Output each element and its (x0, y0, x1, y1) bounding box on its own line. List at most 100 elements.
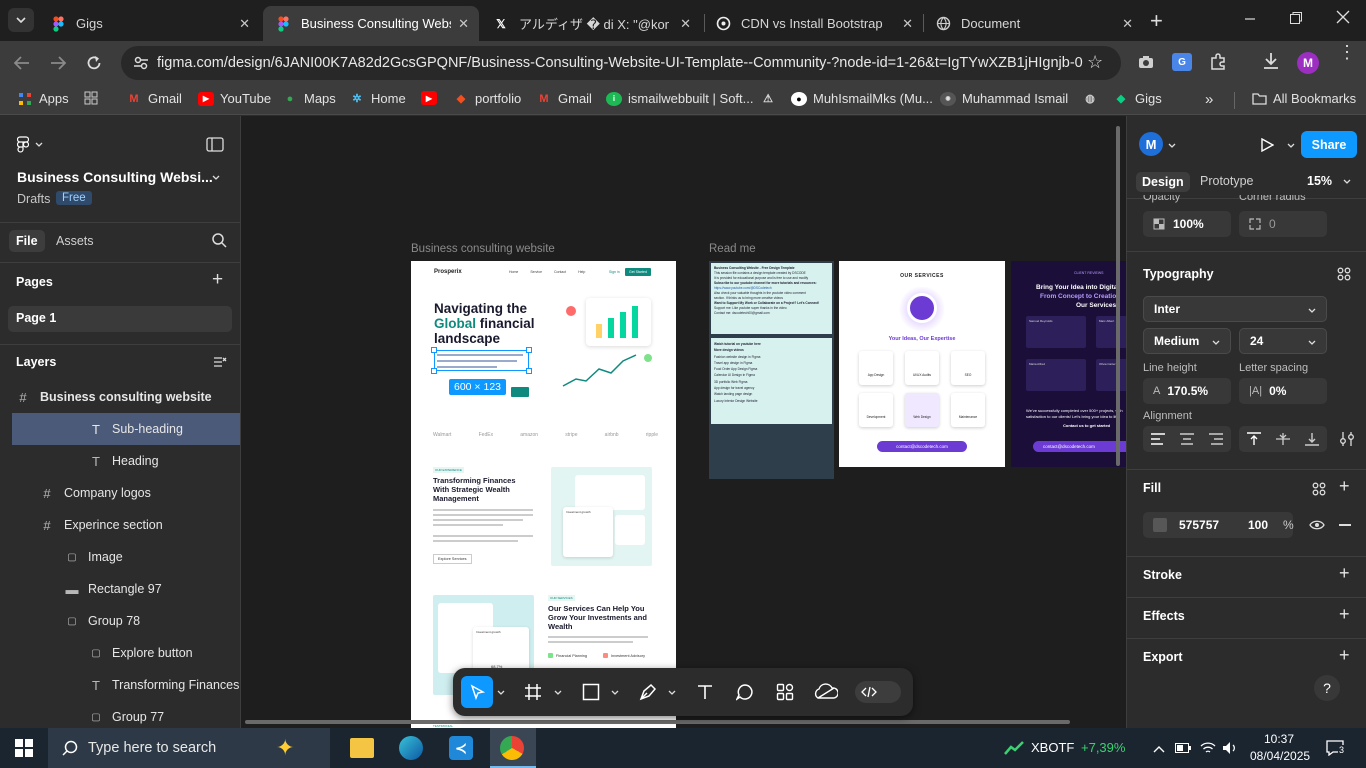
pen-tool-icon[interactable] (639, 683, 657, 701)
wifi-icon[interactable] (1200, 741, 1216, 755)
bookmark-home[interactable]: ✲ Home (349, 91, 405, 106)
clock-time[interactable]: 10:37 (1264, 732, 1294, 746)
align-center-icon[interactable] (1180, 433, 1194, 445)
menu-kebab-icon[interactable]: ⋮ (1338, 43, 1356, 61)
all-bookmarks[interactable]: All Bookmarks (1251, 91, 1356, 106)
profile-avatar[interactable]: M (1297, 52, 1319, 74)
chevron-down-icon[interactable] (1287, 143, 1295, 148)
restore-button[interactable] (1289, 11, 1303, 30)
chevron-down-icon[interactable] (668, 690, 676, 695)
shape-tool-icon[interactable] (582, 683, 600, 701)
camera-icon[interactable] (1138, 55, 1154, 74)
chevron-down-icon[interactable] (497, 690, 505, 695)
frame-label[interactable]: Business consulting website (411, 243, 555, 255)
layer-row[interactable]: ▢ Image (0, 541, 240, 573)
browser-tab[interactable]: Document ✕ (923, 6, 1143, 41)
vscode-icon[interactable]: ≺ (449, 736, 473, 760)
close-tab-icon[interactable]: ✕ (902, 16, 913, 32)
text-styles-icon[interactable] (1337, 267, 1351, 281)
type-settings-icon[interactable] (1340, 432, 1354, 446)
tab-search-button[interactable] (8, 8, 34, 32)
figma-menu-button[interactable] (17, 136, 43, 153)
bookmark-muhammad[interactable]: ◉ Muhammad Ismail (940, 91, 1068, 106)
comment-tool-icon[interactable] (736, 683, 754, 701)
readme-frame[interactable]: Business Consulting Website - Free Desig… (709, 261, 834, 479)
new-tab-button[interactable]: + (1150, 8, 1163, 34)
browser-tab[interactable]: CDN vs Install Bootstrap ✕ (703, 6, 923, 41)
bookmark-maps[interactable]: ● Maps (282, 91, 336, 106)
figma-canvas[interactable]: Business consulting website Read me Pros… (241, 116, 1126, 728)
close-tab-icon[interactable]: ✕ (239, 16, 250, 32)
frame-tool-icon[interactable] (524, 683, 542, 701)
fill-color-swatch[interactable] (1153, 518, 1167, 532)
present-play-icon[interactable] (1260, 138, 1274, 152)
bookmark-globe[interactable]: ◍ (1082, 91, 1104, 105)
layer-row-selected[interactable]: T Sub-heading (12, 413, 240, 445)
services-frame[interactable]: OUR SERVICES Your Ideas, Our Expertise A… (839, 261, 1005, 467)
add-effect-icon[interactable]: + (1339, 604, 1350, 625)
bookmark-grid[interactable] (83, 91, 105, 105)
help-button[interactable]: ? (1314, 675, 1340, 701)
dev-mode-toggle[interactable] (855, 681, 901, 703)
bookmark-star-icon[interactable]: ☆ (1087, 52, 1103, 73)
layer-row[interactable]: T Heading (0, 445, 240, 477)
chevron-down-icon[interactable] (1343, 179, 1351, 184)
align-right-icon[interactable] (1209, 433, 1223, 445)
horizontal-scrollbar[interactable] (245, 720, 1070, 724)
align-top-icon[interactable] (1247, 432, 1261, 446)
close-tab-icon[interactable]: ✕ (680, 16, 691, 32)
website-frame[interactable]: Prosperix Home Service Contact Help Sign… (411, 261, 676, 728)
layer-row[interactable]: # Experince section (0, 509, 240, 541)
reload-button[interactable] (82, 51, 106, 75)
remove-fill-icon[interactable] (1339, 524, 1351, 526)
bookmark-ismailwebbuilt[interactable]: i ismailwebbuilt | Soft... (606, 91, 753, 106)
ticker-change[interactable]: +7,39% (1081, 740, 1125, 755)
chevron-down-icon[interactable] (554, 690, 562, 695)
layer-row[interactable]: # Company logos (0, 477, 240, 509)
selection-box[interactable] (434, 350, 529, 371)
actions-icon[interactable] (776, 683, 794, 701)
browser-tab[interactable]: 𝕏 アルディザ � di X: "@kom ✕ (481, 6, 701, 41)
zoom-level[interactable]: 15% (1307, 174, 1332, 188)
frame-label[interactable]: Read me (709, 243, 756, 255)
font-weight-select[interactable]: Medium (1143, 328, 1231, 354)
bookmark-gigs[interactable]: ◆ Gigs (1113, 91, 1162, 106)
add-stroke-icon[interactable]: + (1339, 563, 1350, 584)
tab-file[interactable]: File (9, 230, 45, 252)
align-left-icon[interactable] (1151, 433, 1165, 445)
visibility-eye-icon[interactable] (1309, 520, 1325, 530)
opacity-field[interactable]: 100% (1143, 211, 1231, 237)
layer-row[interactable]: T Transforming Finances W (0, 669, 240, 701)
text-tool-icon[interactable] (696, 683, 714, 701)
taskbar-search-box[interactable]: Type here to search ✦ (48, 728, 330, 768)
download-icon[interactable] (1262, 52, 1280, 75)
font-size-select[interactable]: 24 (1239, 328, 1327, 354)
close-tab-icon[interactable]: ✕ (1122, 16, 1133, 32)
bookmark-apps[interactable]: Apps (17, 91, 69, 106)
line-height-field[interactable]: A 170.5% (1143, 378, 1231, 404)
search-icon[interactable] (212, 233, 227, 248)
forward-button[interactable] (46, 51, 70, 75)
align-middle-icon[interactable] (1276, 432, 1290, 446)
bookmark-gmail-2[interactable]: M Gmail (536, 91, 592, 106)
chevron-down-icon[interactable] (212, 175, 220, 180)
fill-styles-icon[interactable] (1312, 482, 1326, 496)
edge-icon[interactable] (399, 736, 423, 760)
browser-tab[interactable]: Gigs ✕ (38, 6, 260, 41)
file-explorer-icon[interactable] (350, 738, 374, 758)
browser-tab-active[interactable]: Business Consulting Website ✕ (263, 6, 479, 41)
align-bottom-icon[interactable] (1305, 432, 1319, 446)
close-window-button[interactable] (1336, 10, 1350, 29)
bookmark-triangle[interactable]: ⚠ (760, 91, 782, 105)
vertical-scrollbar[interactable] (1116, 126, 1120, 466)
site-info-icon[interactable] (133, 55, 149, 76)
layer-row[interactable]: ▢ Explore button (0, 637, 240, 669)
clock-date[interactable]: 08/04/2025 (1250, 749, 1310, 763)
toggle-sidebar-icon[interactable] (206, 137, 224, 157)
tab-assets[interactable]: Assets (56, 234, 94, 248)
share-button[interactable]: Share (1301, 131, 1357, 158)
layer-row[interactable]: ▢ Group 78 (0, 605, 240, 637)
chevron-up-icon[interactable] (1153, 745, 1165, 753)
ui3-icon[interactable] (814, 683, 838, 701)
ticker-symbol[interactable]: XBOTF (1031, 740, 1074, 755)
